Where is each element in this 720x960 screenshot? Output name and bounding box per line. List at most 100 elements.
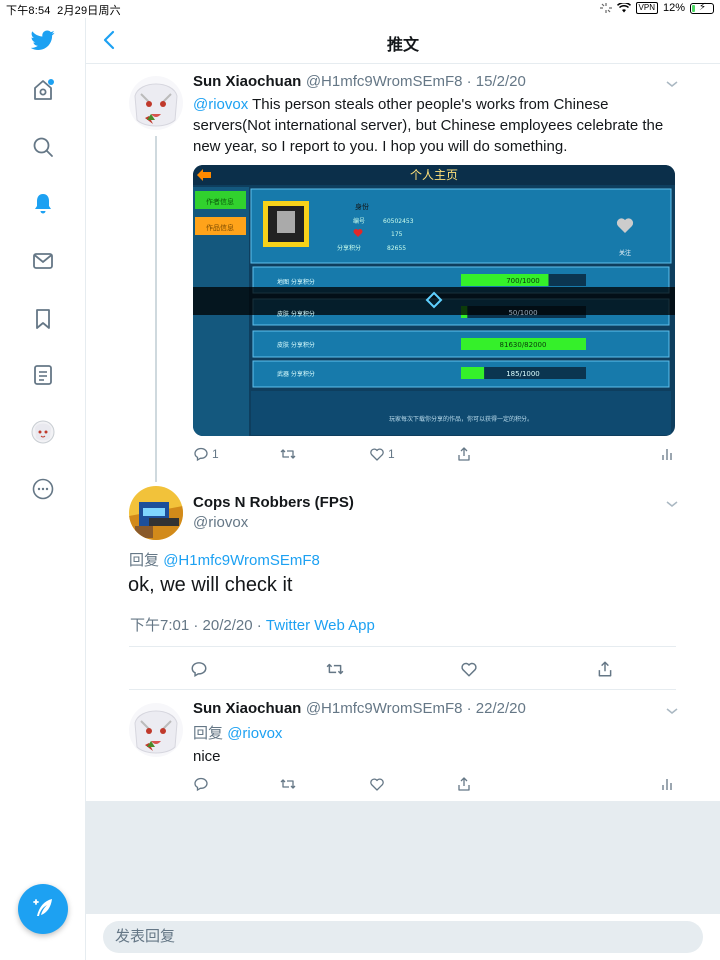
tweet-text: nice — [193, 748, 221, 765]
status-time-date: 下午8:54 2月29日周六 — [6, 2, 121, 18]
share-icon — [458, 447, 470, 461]
avatar[interactable] — [129, 486, 183, 540]
status-date: 2月29日周六 — [57, 5, 121, 17]
wifi-icon — [616, 3, 631, 13]
reply-bar: 发表回复 — [86, 913, 720, 960]
tweet-media-image[interactable]: 个人主页 作者信息 作品信息 身份 编号 60502453 175 分享积分 8… — [193, 165, 675, 436]
game-row-label: 皮肤 分享积分 — [277, 310, 315, 318]
retweet-icon — [280, 779, 296, 789]
game-tab-works: 作品信息 — [206, 223, 234, 232]
share-button[interactable] — [456, 446, 472, 462]
author-handle-date: @H1mfc9WromSEmF8 · 22/2/20 — [305, 700, 526, 717]
chevron-down-icon[interactable] — [665, 706, 679, 716]
twitter-logo-icon[interactable] — [29, 26, 57, 54]
game-row-label: 武器 分享积分 — [277, 370, 315, 378]
reply-button[interactable] — [193, 776, 209, 792]
notifications-icon[interactable] — [29, 190, 57, 218]
status-indicators: VPN 12% ⚡ — [599, 2, 714, 14]
battery-percent: 12% — [662, 2, 685, 14]
game-row-value: 700/1000 — [506, 277, 540, 285]
like-button[interactable]: 1 — [369, 446, 395, 462]
mention-link[interactable]: @riovox — [193, 96, 248, 113]
reply-icon — [194, 777, 208, 792]
search-icon[interactable] — [29, 133, 57, 161]
avatar[interactable] — [129, 703, 183, 757]
game-row-label: 皮肤 分享积分 — [277, 341, 315, 349]
retweet-button[interactable] — [280, 776, 296, 792]
profile-avatar-icon[interactable] — [29, 418, 57, 446]
analytics-button[interactable] — [659, 776, 675, 792]
messages-icon[interactable] — [29, 247, 57, 275]
compose-tweet-button[interactable] — [18, 884, 68, 934]
page-header: 推文 — [86, 18, 720, 64]
retweet-button[interactable] — [280, 446, 296, 462]
more-icon[interactable] — [29, 475, 57, 503]
avatar[interactable] — [129, 76, 183, 130]
vpn-badge: VPN — [635, 2, 658, 14]
reply-prefix: 回复 — [193, 725, 224, 742]
game-tab-author: 作者信息 — [206, 197, 234, 206]
game-share-value: 82655 — [387, 245, 406, 252]
reply-icon — [194, 447, 208, 462]
empty-feed-area — [86, 801, 720, 913]
share-button[interactable] — [456, 776, 472, 792]
home-icon[interactable] — [29, 76, 57, 104]
game-row-value: 185/1000 — [506, 370, 540, 378]
bookmarks-icon[interactable] — [29, 305, 57, 333]
author-handle-date: @H1mfc9WromSEmF8 · 15/2/20 — [305, 73, 526, 90]
reply-button[interactable]: 1 — [193, 446, 219, 462]
game-profile-label: 身份 — [355, 202, 369, 211]
tweet-header: Sun Xiaochuan @H1mfc9WromSEmF8 · 15/2/20 — [193, 73, 673, 91]
game-footer-text: 玩家每次下载你分享的作品，你可以获得一定的积分。 — [389, 415, 533, 423]
share-icon[interactable] — [596, 660, 614, 678]
status-bar: 下午8:54 2月29日周六 VPN 12% ⚡ — [0, 0, 720, 18]
game-id-value: 60502453 — [383, 218, 414, 225]
heart-icon[interactable] — [460, 660, 478, 678]
game-row-value: 50/1000 — [508, 309, 537, 317]
reply-to-link[interactable]: @H1mfc9WromSEmF8 — [163, 552, 320, 569]
analytics-icon — [662, 449, 672, 460]
analytics-button[interactable] — [659, 446, 675, 462]
compose-tweet-icon — [33, 899, 52, 916]
tweet-timestamp: 下午7:01 · 20/2/20 · Twitter Web App — [130, 614, 375, 635]
reply-prefix: 回复 — [129, 552, 160, 569]
main-tweet-text: ok, we will check it — [128, 574, 293, 596]
game-hearts-value: 175 — [391, 231, 403, 238]
tweet-header: Sun Xiaochuan @H1mfc9WromSEmF8 · 22/2/20 — [193, 700, 673, 718]
reply-count: 1 — [212, 447, 219, 461]
main-tweet-actions — [190, 660, 620, 680]
tweet-text: @riovox This person steals other people'… — [193, 94, 678, 157]
game-follow-label: 关注 — [619, 249, 631, 257]
game-title: 个人主页 — [410, 168, 458, 182]
page-title: 推文 — [386, 37, 419, 54]
chevron-down-icon[interactable] — [665, 79, 679, 89]
game-id-label: 编号 — [353, 217, 365, 225]
tweet-actions — [193, 776, 673, 794]
game-row-label: 地图 分享积分 — [277, 278, 315, 286]
reply-icon[interactable] — [190, 660, 208, 678]
tweet-source-link[interactable]: Twitter Web App — [266, 617, 375, 634]
reply-input[interactable]: 发表回复 — [103, 921, 703, 953]
reply-to-link[interactable]: @riovox — [227, 725, 282, 742]
chevron-down-icon[interactable] — [665, 499, 679, 509]
author-handle[interactable]: @riovox — [193, 514, 248, 531]
progress-fill — [461, 367, 485, 379]
tweet-time: 下午7:01 · 20/2/20 · — [130, 617, 266, 634]
analytics-icon — [662, 779, 672, 790]
activity-icon — [599, 3, 612, 13]
tweet-body: This person steals other people's works … — [193, 96, 664, 155]
like-button[interactable] — [369, 776, 385, 792]
retweet-icon — [280, 449, 296, 459]
lists-icon[interactable] — [29, 361, 57, 389]
thread-connector-line — [155, 136, 157, 482]
author-name[interactable]: Sun Xiaochuan — [193, 700, 301, 717]
game-share-label: 分享积分 — [337, 244, 361, 252]
status-time: 下午8:54 — [6, 5, 51, 17]
reply-context: 回复 @H1mfc9WromSEmF8 — [129, 549, 320, 570]
heart-icon — [370, 448, 384, 461]
author-name[interactable]: Cops N Robbers (FPS) — [193, 494, 354, 511]
like-count: 1 — [388, 447, 395, 461]
retweet-icon[interactable] — [325, 660, 345, 678]
author-name[interactable]: Sun Xiaochuan — [193, 73, 301, 90]
sidebar — [0, 18, 86, 960]
